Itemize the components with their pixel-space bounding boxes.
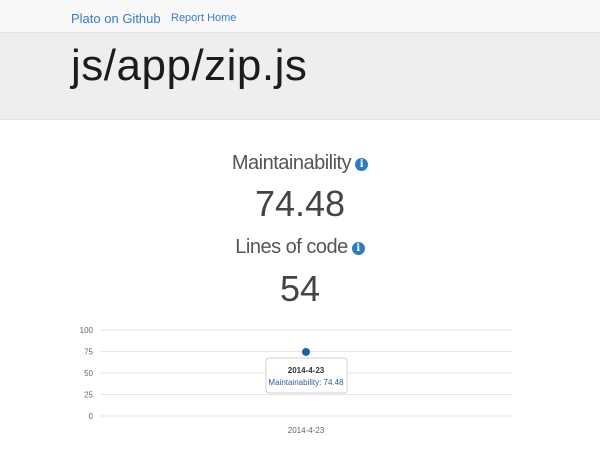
page-title: js/app/zip.js (71, 41, 308, 90)
maintainability-chart: 0 25 50 75 100 2014-4-23 2014-4-23 Maintaina… (80, 326, 512, 435)
y-tick-label: 25 (84, 391, 93, 400)
info-icon[interactable]: i (355, 158, 369, 171)
data-point[interactable] (302, 347, 310, 356)
x-tick-label: 2014-4-23 (288, 426, 325, 435)
chart-tooltip: 2014-4-23 Maintainability: 74.48 (265, 357, 348, 394)
navbar: Plato on Github Report Home (0, 0, 600, 33)
maintainability-label: Maintainability (231, 152, 352, 174)
lines-of-code-value: 54 (279, 268, 321, 309)
y-tick-label: 50 (84, 369, 93, 378)
y-tick-label: 0 (89, 412, 94, 421)
lines-of-code-heading: Lines of code i (0, 236, 600, 259)
info-icon[interactable]: i (351, 242, 365, 255)
plato-github-link[interactable]: Plato on Github (71, 11, 161, 26)
lines-of-code-label: Lines of code (235, 236, 348, 258)
y-tick-label: 75 (84, 348, 93, 357)
tooltip-value: Maintainability: 74.48 (268, 378, 344, 387)
maintainability-heading: Maintainability i (0, 152, 600, 175)
report-home-link[interactable]: Report Home (171, 12, 236, 24)
header-banner: js/app/zip.js (0, 33, 600, 120)
y-tick-label: 100 (80, 326, 94, 335)
tooltip-date: 2014-4-23 (288, 366, 325, 375)
maintainability-value: 74.48 (254, 183, 346, 224)
